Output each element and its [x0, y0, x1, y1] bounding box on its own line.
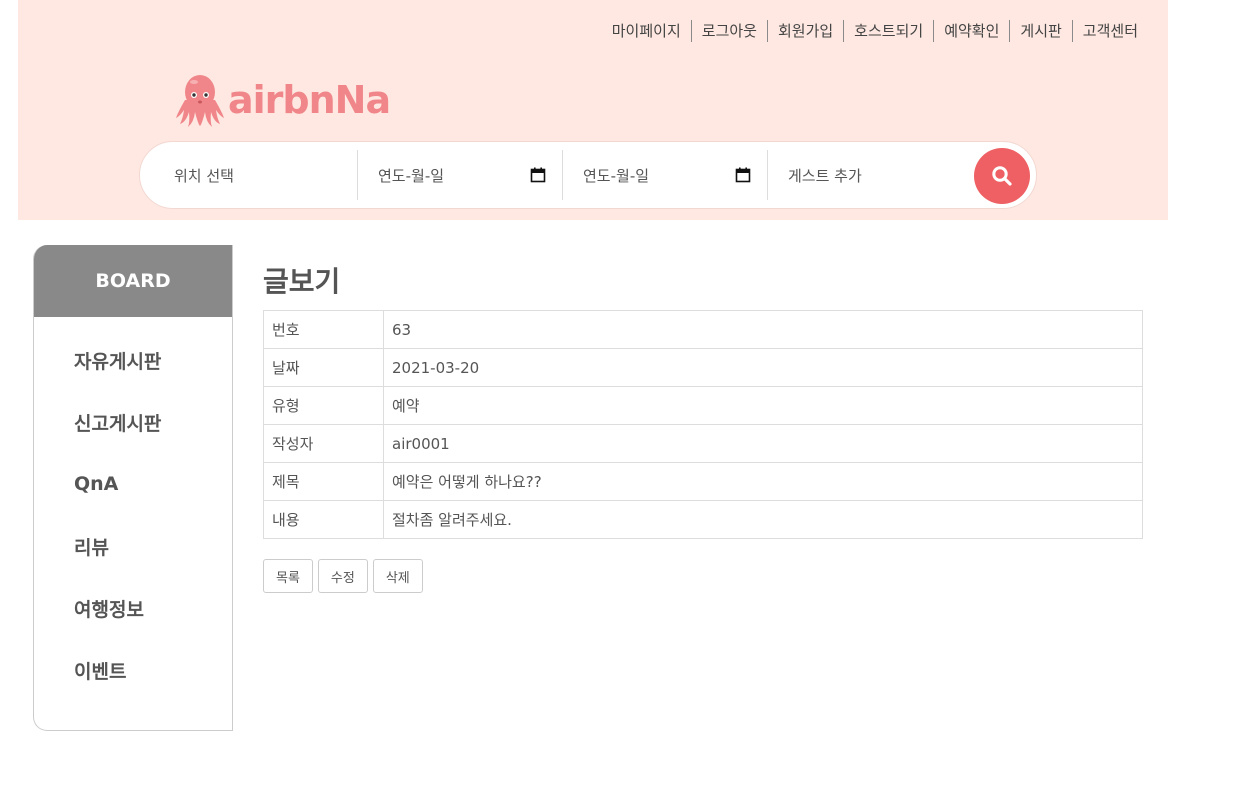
sidebar-item-qna[interactable]: QnA — [34, 453, 232, 515]
search-button[interactable] — [974, 148, 1030, 204]
delete-button[interactable]: 삭제 — [372, 559, 423, 593]
post-content-label: 내용 — [263, 500, 384, 539]
nav-customer-center-link[interactable]: 고객센터 — [1071, 20, 1148, 42]
checkin-date-input[interactable]: 연도-월-일 — [358, 150, 563, 200]
table-row: 내용 절차좀 알려주세요. — [263, 500, 1143, 539]
search-icon — [992, 166, 1012, 186]
post-content-value: 절차좀 알려주세요. — [383, 500, 1143, 539]
sidebar-item-travel-info[interactable]: 여행정보 — [34, 577, 232, 639]
page-title: 글보기 — [263, 265, 341, 298]
nav-logout-link[interactable]: 로그아웃 — [690, 20, 767, 42]
table-row: 제목 예약은 어떻게 하나요?? — [263, 462, 1143, 501]
sidebar-item-event[interactable]: 이벤트 — [34, 639, 232, 701]
location-select[interactable]: 위치 선택 — [140, 150, 358, 200]
post-date-value: 2021-03-20 — [383, 348, 1143, 387]
post-detail-table: 번호 63 날짜 2021-03-20 유형 예약 작성자 air0001 제목… — [263, 310, 1143, 539]
post-type-value: 예약 — [383, 386, 1143, 425]
octopus-logo-icon — [176, 75, 224, 127]
nav-reservation-check-link[interactable]: 예약확인 — [933, 20, 1009, 42]
table-row: 유형 예약 — [263, 386, 1143, 425]
guest-placeholder: 게스트 추가 — [788, 166, 862, 185]
nav-signup-link[interactable]: 회원가입 — [766, 20, 843, 42]
table-row: 날짜 2021-03-20 — [263, 348, 1143, 387]
edit-button[interactable]: 수정 — [317, 559, 368, 593]
post-author-value: air0001 — [383, 424, 1143, 463]
logo[interactable]: airbnNa — [174, 72, 391, 128]
post-number-value: 63 — [383, 310, 1143, 349]
list-button[interactable]: 목록 — [263, 559, 313, 593]
nav-mypage-link[interactable]: 마이페이지 — [602, 20, 691, 42]
guest-input[interactable]: 게스트 추가 — [768, 150, 976, 200]
sidebar-item-review[interactable]: 리뷰 — [34, 515, 232, 577]
post-date-label: 날짜 — [263, 348, 384, 387]
post-actions: 목록 수정 삭제 — [263, 559, 1143, 593]
header: 마이페이지 로그아웃 회원가입 호스트되기 예약확인 게시판 고객센터 airb… — [18, 0, 1168, 220]
search-bar: 위치 선택 연도-월-일 연도-월-일 게스트 추가 — [139, 141, 1037, 209]
brand-name: airbnNa — [228, 78, 391, 122]
nav-board-link[interactable]: 게시판 — [1009, 20, 1071, 42]
table-row: 번호 63 — [263, 310, 1143, 349]
checkin-date-text: 연도-월-일 — [378, 166, 445, 185]
post-number-label: 번호 — [263, 310, 384, 349]
sidebar-menu: 자유게시판 신고게시판 QnA 리뷰 여행정보 이벤트 — [34, 317, 232, 701]
calendar-icon[interactable] — [530, 167, 546, 183]
sidebar-title: BOARD — [34, 245, 232, 317]
calendar-icon[interactable] — [735, 167, 751, 183]
table-row: 작성자 air0001 — [263, 424, 1143, 463]
post-author-label: 작성자 — [263, 424, 384, 463]
location-placeholder: 위치 선택 — [174, 166, 234, 185]
top-navigation: 마이페이지 로그아웃 회원가입 호스트되기 예약확인 게시판 고객센터 — [602, 20, 1148, 42]
checkout-date-input[interactable]: 연도-월-일 — [563, 150, 768, 200]
sidebar-item-free-board[interactable]: 자유게시판 — [34, 329, 232, 391]
post-title-label: 제목 — [263, 462, 384, 501]
board-sidebar: BOARD 자유게시판 신고게시판 QnA 리뷰 여행정보 이벤트 — [33, 245, 233, 731]
post-title-value: 예약은 어떻게 하나요?? — [383, 462, 1143, 501]
post-type-label: 유형 — [263, 386, 384, 425]
post-view: 글보기 번호 63 날짜 2021-03-20 유형 예약 작성자 air000… — [263, 260, 1143, 593]
sidebar-item-report-board[interactable]: 신고게시판 — [34, 391, 232, 453]
nav-become-host-link[interactable]: 호스트되기 — [843, 20, 933, 42]
checkout-date-text: 연도-월-일 — [583, 166, 650, 185]
